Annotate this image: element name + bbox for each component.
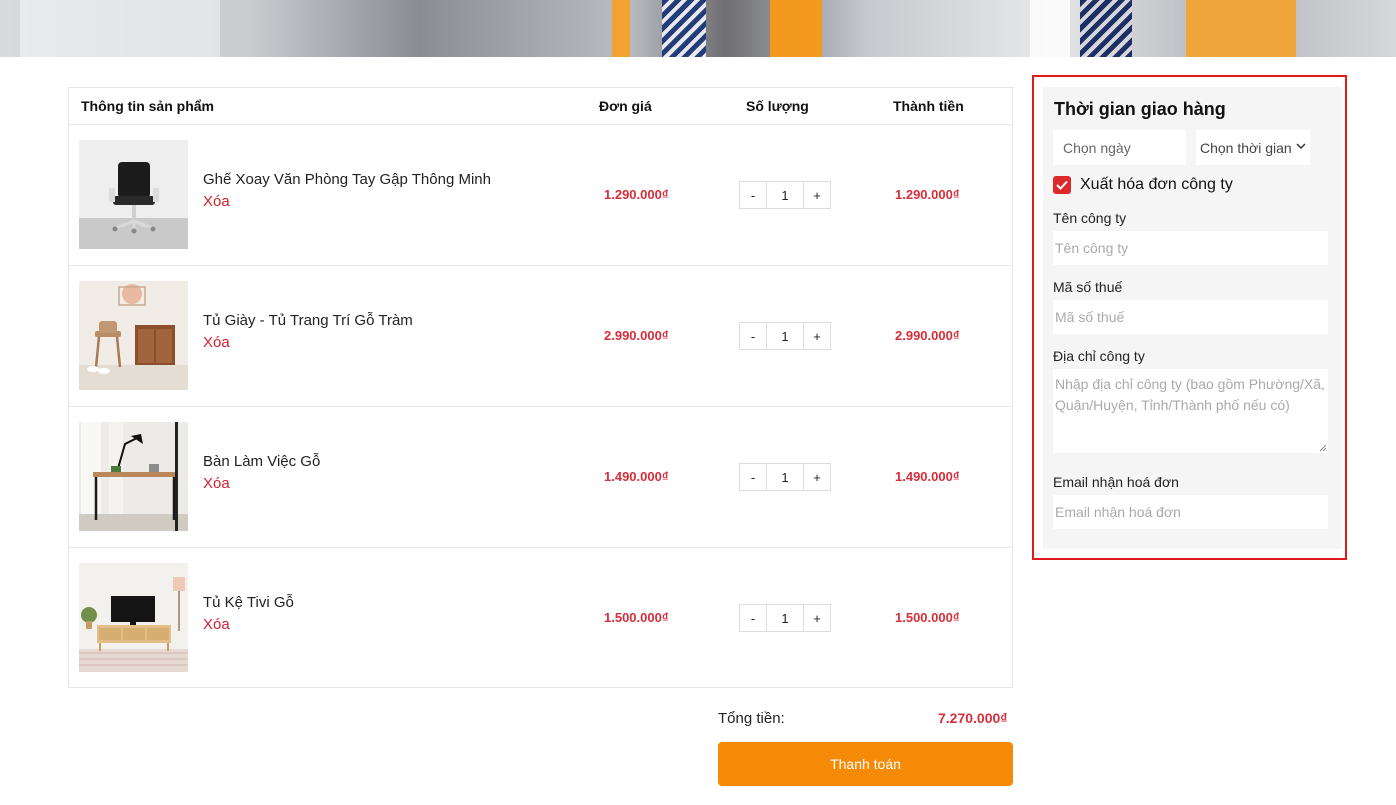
- quantity-stepper: - 1 +: [739, 322, 831, 350]
- tax-code-label: Mã số thuế: [1053, 279, 1123, 295]
- hero-banner-image: [0, 0, 1396, 57]
- product-name[interactable]: Tủ Giày - Tủ Trang Trí Gỗ Tràm: [203, 312, 413, 329]
- decrease-quantity-button[interactable]: -: [739, 604, 767, 632]
- remove-item-button[interactable]: Xóa: [203, 193, 230, 210]
- cart-row: Ghế Xoay Văn Phòng Tay Gập Thông Minh Xó…: [69, 125, 1012, 266]
- time-select-value: Chọn thời gian: [1200, 140, 1292, 156]
- decrease-quantity-button[interactable]: -: [739, 322, 767, 350]
- invoice-email-label: Email nhận hoá đơn: [1053, 474, 1179, 490]
- checkmark-icon: [1056, 180, 1068, 190]
- company-address-textarea[interactable]: Nhập địa chỉ công ty (bao gồm Phường/Xã,…: [1053, 369, 1328, 453]
- line-total: 1.500.000₫: [895, 610, 960, 625]
- decrease-quantity-button[interactable]: -: [739, 463, 767, 491]
- cart-row: Tủ Kệ Tivi Gỗ Xóa 1.500.000₫ - 1 + 1.500…: [69, 548, 1012, 689]
- quantity-input[interactable]: 1: [767, 463, 803, 491]
- header-quantity: Số lượng: [746, 98, 809, 114]
- increase-quantity-button[interactable]: +: [803, 181, 831, 209]
- line-total: 2.990.000₫: [895, 328, 960, 343]
- cart-table: Thông tin sản phẩm Đơn giá Số lượng Thàn…: [68, 87, 1013, 688]
- quantity-stepper: - 1 +: [739, 181, 831, 209]
- header-line-total: Thành tiền: [893, 98, 964, 114]
- delivery-panel: Thời gian giao hàng Chọn ngày Chọn thời …: [1043, 87, 1342, 549]
- product-image-tv-cabinet[interactable]: [79, 563, 188, 672]
- decrease-quantity-button[interactable]: -: [739, 181, 767, 209]
- invoice-checkbox[interactable]: [1053, 176, 1071, 194]
- increase-quantity-button[interactable]: +: [803, 604, 831, 632]
- product-image-office-chair[interactable]: [79, 140, 188, 249]
- product-image-wooden-desk[interactable]: [79, 422, 188, 531]
- cart-table-header: Thông tin sản phẩm Đơn giá Số lượng Thàn…: [69, 88, 1012, 125]
- company-address-label: Địa chỉ công ty: [1053, 348, 1145, 364]
- product-name[interactable]: Ghế Xoay Văn Phòng Tay Gập Thông Minh: [203, 171, 491, 188]
- unit-price: 1.490.000₫: [604, 469, 669, 484]
- product-name[interactable]: Bàn Làm Việc Gỗ: [203, 453, 320, 470]
- product-image-shoe-cabinet[interactable]: [79, 281, 188, 390]
- company-name-input[interactable]: Tên công ty: [1053, 231, 1328, 265]
- quantity-stepper: - 1 +: [739, 604, 831, 632]
- unit-price: 1.500.000₫: [604, 610, 669, 625]
- tax-code-input[interactable]: Mã số thuế: [1053, 300, 1328, 334]
- chevron-down-icon: [1296, 143, 1306, 150]
- cart-row: Tủ Giày - Tủ Trang Trí Gỗ Tràm Xóa 2.990…: [69, 266, 1012, 407]
- total-label: Tổng tiền:: [718, 710, 785, 727]
- line-total: 1.490.000₫: [895, 469, 960, 484]
- header-unit-price: Đơn giá: [599, 98, 652, 114]
- invoice-email-input[interactable]: Email nhận hoá đơn: [1053, 495, 1328, 529]
- remove-item-button[interactable]: Xóa: [203, 475, 230, 492]
- unit-price: 2.990.000₫: [604, 328, 669, 343]
- invoice-checkbox-label: Xuất hóa đơn công ty: [1080, 176, 1233, 193]
- quantity-input[interactable]: 1: [767, 181, 803, 209]
- total-value: 7.270.000₫: [938, 710, 1008, 726]
- unit-price: 1.290.000₫: [604, 187, 669, 202]
- invoice-checkbox-row[interactable]: Xuất hóa đơn công ty: [1053, 176, 1233, 194]
- increase-quantity-button[interactable]: +: [803, 463, 831, 491]
- line-total: 1.290.000₫: [895, 187, 960, 202]
- header-product-info: Thông tin sản phẩm: [81, 98, 214, 114]
- remove-item-button[interactable]: Xóa: [203, 616, 230, 633]
- quantity-input[interactable]: 1: [767, 322, 803, 350]
- checkout-button[interactable]: Thanh toán: [718, 742, 1013, 786]
- cart-row: Bàn Làm Việc Gỗ Xóa 1.490.000₫ - 1 + 1.4…: [69, 407, 1012, 548]
- date-select[interactable]: Chọn ngày: [1053, 130, 1186, 165]
- quantity-stepper: - 1 +: [739, 463, 831, 491]
- product-name[interactable]: Tủ Kệ Tivi Gỗ: [203, 594, 294, 611]
- time-select[interactable]: Chọn thời gian: [1196, 130, 1310, 165]
- company-address-placeholder: Nhập địa chỉ công ty (bao gồm Phường/Xã,…: [1055, 376, 1325, 413]
- company-name-label: Tên công ty: [1053, 210, 1127, 226]
- quantity-input[interactable]: 1: [767, 604, 803, 632]
- delivery-panel-title: Thời gian giao hàng: [1054, 99, 1226, 119]
- resize-grip-icon[interactable]: [1319, 444, 1327, 452]
- remove-item-button[interactable]: Xóa: [203, 334, 230, 351]
- increase-quantity-button[interactable]: +: [803, 322, 831, 350]
